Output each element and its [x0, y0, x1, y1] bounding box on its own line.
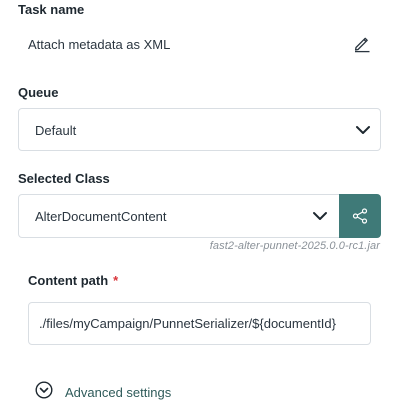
queue-label: Queue: [18, 85, 59, 100]
queue-selected-value: Default: [35, 123, 77, 138]
content-path-input[interactable]: [28, 302, 371, 345]
chevron-down-icon: [354, 121, 372, 139]
chevron-circle-down-icon: [35, 381, 53, 404]
class-select[interactable]: AlterDocumentContent: [18, 194, 340, 238]
queue-select[interactable]: Default: [18, 108, 381, 151]
required-marker: *: [113, 273, 119, 288]
selected-class-label: Selected Class: [18, 171, 110, 186]
task-name-value: Attach metadata as XML: [28, 37, 171, 52]
task-name-label: Task name: [18, 2, 85, 17]
jar-filename: fast2-alter-punnet-2025.0.0-rc1.jar: [209, 240, 380, 252]
advanced-settings-label: Advanced settings: [65, 385, 172, 400]
chevron-down-icon: [311, 207, 329, 225]
class-selected-value: AlterDocumentContent: [35, 209, 167, 224]
advanced-settings-toggle[interactable]: Advanced settings: [35, 381, 171, 404]
pencil-icon[interactable]: [352, 33, 372, 53]
content-path-label: Content path *: [28, 273, 118, 288]
share-button[interactable]: [339, 194, 381, 238]
content-path-label-text: Content path: [28, 273, 109, 288]
